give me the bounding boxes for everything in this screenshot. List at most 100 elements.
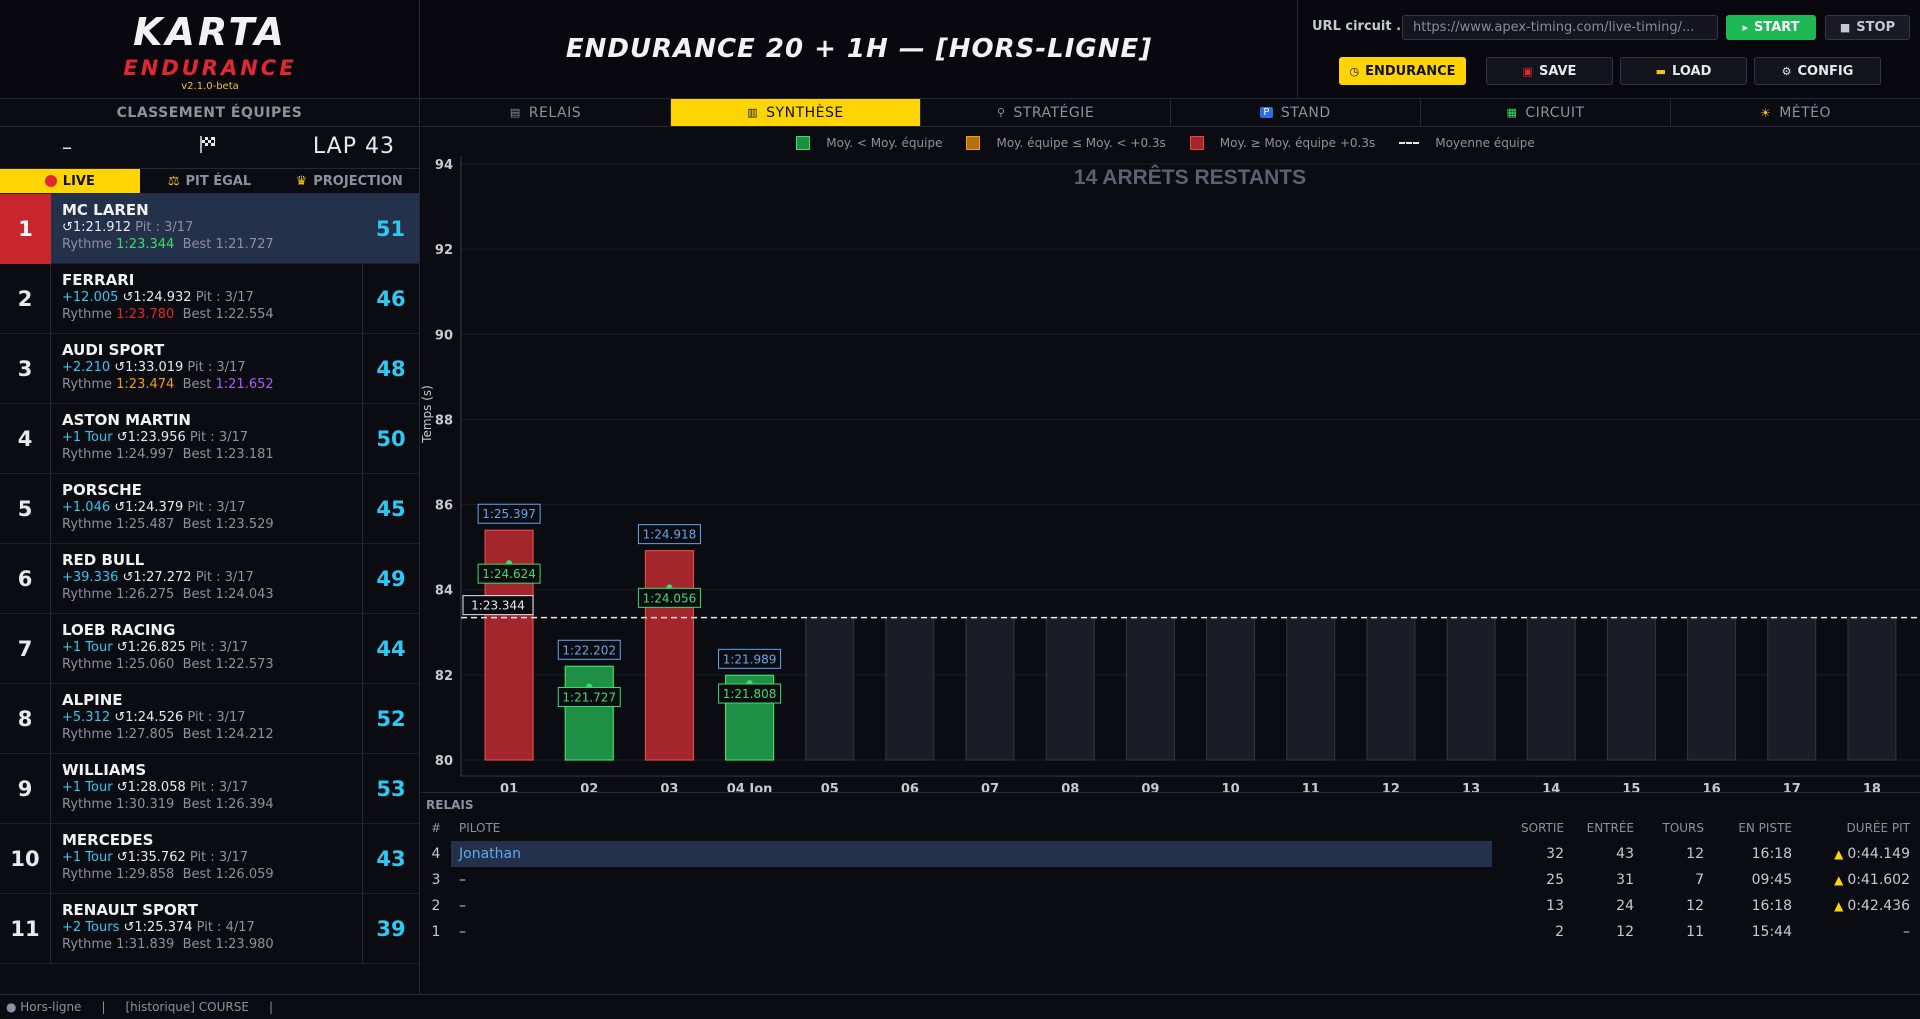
relais-en-piste: 16:18 <box>1751 898 1792 914</box>
pending-stop-bar <box>1286 617 1336 761</box>
relais-tours: 7 <box>1695 872 1704 888</box>
relais-duree-pit: ▲ 0:41.602 <box>1810 867 1920 893</box>
team-row[interactable]: 5 PORSCHE +1.046 ↺1:24.379 Pit : 3/17 Ry… <box>0 474 419 544</box>
team-position: 9 <box>0 754 51 824</box>
load-button[interactable]: ▬ LOAD <box>1620 57 1747 85</box>
tab-circuit[interactable]: ▦ CIRCUIT <box>1421 99 1671 126</box>
team-pace-line: Rythme 1:23.344 Best 1:21.727 <box>62 236 362 253</box>
relais-num: 2 <box>431 898 441 914</box>
view-tab-projection[interactable]: ♛ PROJECTION <box>279 169 419 193</box>
team-last-lap: ↺1:24.932 <box>122 290 192 305</box>
start-button[interactable]: ▸ START <box>1726 15 1816 40</box>
team-row[interactable]: 6 RED BULL +39.336 ↺1:27.272 Pit : 3/17 … <box>0 544 419 614</box>
team-pace-line: Rythme 1:24.997 Best 1:23.181 <box>62 446 362 463</box>
team-position: 6 <box>0 544 51 614</box>
team-row[interactable]: 4 ASTON MARTIN +1 Tour ↺1:23.956 Pit : 3… <box>0 404 419 474</box>
team-best: 1:22.573 <box>215 657 274 672</box>
tab-meteo[interactable]: ☀ MÉTÉO <box>1671 99 1920 126</box>
team-pit: 3/17 <box>218 780 249 795</box>
app-logo: KARTA ENDURANCE v2.1.0-beta <box>0 0 420 99</box>
team-kart-number: 39 <box>362 894 419 964</box>
relais-duree-pit-value: – <box>1903 924 1910 940</box>
main-tabs: ▤ RELAIS ▥ SYNTHÈSE ⚲ STRATÉGIE P STAND … <box>421 99 1920 127</box>
team-gap: +39.336 <box>62 570 119 585</box>
rythme-label: Rythme <box>62 517 113 532</box>
relais-tours: 12 <box>1686 846 1704 862</box>
team-row[interactable]: 9 WILLIAMS +1 Tour ↺1:28.058 Pit : 3/17 … <box>0 754 419 824</box>
team-name: MERCEDES <box>62 831 154 849</box>
save-label: SAVE <box>1538 63 1577 79</box>
view-tab-live[interactable]: LIVE <box>0 169 140 193</box>
team-gap-line: +1.046 ↺1:24.379 Pit : 3/17 <box>62 499 362 516</box>
sun-icon: ☀ <box>1759 105 1772 120</box>
team-row[interactable]: 3 AUDI SPORT +2.210 ↺1:33.019 Pit : 3/17… <box>0 334 419 404</box>
relais-header-row: # PILOTE SORTIE ENTRÉE TOURS EN PISTE DU… <box>421 815 1920 841</box>
relais-duree-pit: ▲ 0:42.436 <box>1810 893 1920 919</box>
team-last-lap: ↺1:26.825 <box>116 640 186 655</box>
team-gap-line: +12.005 ↺1:24.932 Pit : 3/17 <box>62 289 362 306</box>
relais-row[interactable]: 4 Jonathan 32 43 12 16:18 ▲ 0:44.149 <box>421 841 1920 867</box>
view-tab-pit-egal[interactable]: ⚖ PIT ÉGAL <box>140 169 280 193</box>
team-row[interactable]: 1 MC LAREN ↺1:21.912 Pit : 3/17 Rythme 1… <box>0 194 419 264</box>
config-button[interactable]: ⚙ CONFIG <box>1754 57 1881 85</box>
chart-legend: Moy. < Moy. équipe Moy. équipe ≤ Moy. < … <box>421 130 1920 156</box>
bar-top-label: 1:24.918 <box>643 528 697 542</box>
stop-icon: ■ <box>1839 21 1851 34</box>
stop-bar <box>644 550 695 761</box>
team-row[interactable]: 10 MERCEDES +1 Tour ↺1:35.762 Pit : 3/17… <box>0 824 419 894</box>
team-row[interactable]: 8 ALPINE +5.312 ↺1:24.526 Pit : 3/17 Ryt… <box>0 684 419 754</box>
relais-num: 1 <box>431 924 441 940</box>
x-tick-label: 17 <box>1783 782 1801 792</box>
team-last-lap: ↺1:24.526 <box>114 710 184 725</box>
team-pit-label: Pit : <box>189 640 215 655</box>
stop-button[interactable]: ■ STOP <box>1825 15 1910 40</box>
view-tab-live-label: LIVE <box>62 173 95 189</box>
tab-synthese-label: SYNTHÈSE <box>766 104 844 121</box>
team-best: 1:26.059 <box>215 867 274 882</box>
standings-title: CLASSEMENT ÉQUIPES <box>0 99 419 127</box>
x-tick-label: 09 <box>1141 782 1159 792</box>
save-button[interactable]: ▣ SAVE <box>1486 57 1613 85</box>
team-gap: +1 Tour <box>62 430 113 445</box>
bar-top-label: 1:21.989 <box>723 652 777 666</box>
load-label: LOAD <box>1672 63 1712 79</box>
team-gap-line: +1 Tour ↺1:26.825 Pit : 3/17 <box>62 639 362 656</box>
clipboard-icon: ▤ <box>509 106 521 119</box>
y-tick-label: 88 <box>435 413 453 428</box>
y-axis-label: Temps (s) <box>421 385 434 444</box>
team-gap-line: +1 Tour ↺1:35.762 Pit : 3/17 <box>62 849 362 866</box>
relais-row[interactable]: 3 – 25 31 7 09:45 ▲ 0:41.602 <box>421 867 1920 893</box>
team-row[interactable]: 11 RENAULT SPORT +2 Tours ↺1:25.374 Pit … <box>0 894 419 964</box>
team-position: 2 <box>0 264 51 334</box>
relais-table: # PILOTE SORTIE ENTRÉE TOURS EN PISTE DU… <box>421 815 1920 945</box>
pending-stop-bar <box>1526 617 1576 761</box>
team-row[interactable]: 7 LOEB RACING +1 Tour ↺1:26.825 Pit : 3/… <box>0 614 419 684</box>
team-rythme: 1:23.474 <box>116 377 175 392</box>
pending-stop-bar <box>805 617 855 761</box>
tab-relais[interactable]: ▤ RELAIS <box>421 99 671 126</box>
controls-panel: URL circuit . ▸ START ■ STOP ◷ ENDURANCE… <box>1297 0 1920 99</box>
tab-stand[interactable]: P STAND <box>1171 99 1421 126</box>
relais-row[interactable]: 1 – 2 12 11 15:44 – <box>421 919 1920 945</box>
relais-row[interactable]: 2 – 13 24 12 16:18 ▲ 0:42.436 <box>421 893 1920 919</box>
status-separator: | <box>101 1000 106 1014</box>
relais-tours: 12 <box>1686 898 1704 914</box>
y-tick-label: 86 <box>435 499 453 514</box>
team-kart-number: 51 <box>375 217 406 241</box>
tab-strategie[interactable]: ⚲ STRATÉGIE <box>921 99 1171 126</box>
team-row[interactable]: 2 FERRARI +12.005 ↺1:24.932 Pit : 3/17 R… <box>0 264 419 334</box>
endurance-mode-button[interactable]: ◷ ENDURANCE <box>1339 57 1466 85</box>
rythme-label: Rythme <box>62 727 113 742</box>
team-last-lap: ↺1:28.058 <box>116 780 186 795</box>
team-info: RENAULT SPORT +2 Tours ↺1:25.374 Pit : 4… <box>62 901 362 953</box>
session-mode: [historique] COURSE <box>125 1000 249 1014</box>
connection-status: ● Hors-ligne <box>6 1000 82 1014</box>
team-last-lap: ↺1:27.272 <box>122 570 192 585</box>
team-position: 3 <box>0 334 51 404</box>
url-input[interactable] <box>1402 15 1718 40</box>
tab-synthese[interactable]: ▥ SYNTHÈSE <box>671 99 921 126</box>
bar-average-label: 1:21.727 <box>562 690 616 704</box>
team-average-label: 1:23.344 <box>471 599 525 613</box>
race-title: ENDURANCE 20 + 1H — [HORS-LIGNE] <box>565 34 1153 64</box>
pending-stop-bar <box>1125 617 1175 761</box>
